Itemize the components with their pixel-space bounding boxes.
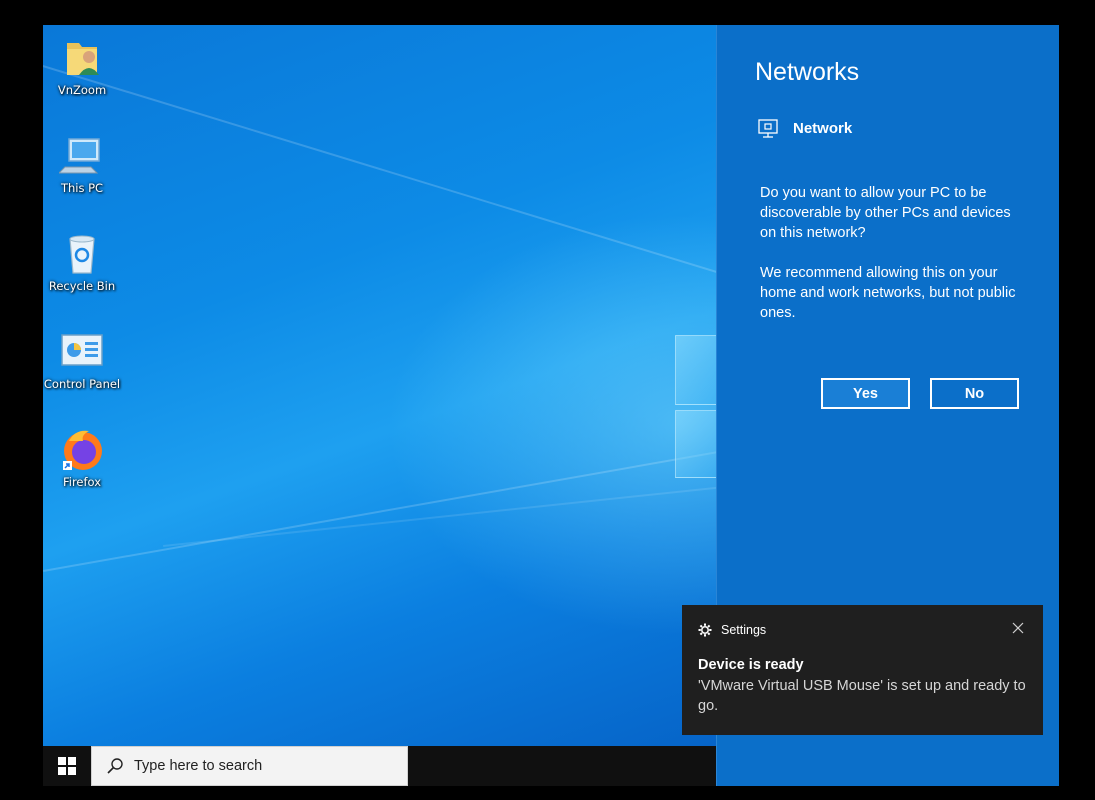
desktop-icon-control-panel[interactable]: Control Panel [43, 329, 121, 391]
toast-body: 'VMware Virtual USB Mouse' is set up and… [698, 678, 1026, 714]
desktop-icon-vnzoom[interactable]: VnZoom [43, 35, 121, 97]
gear-icon [698, 623, 712, 637]
desktop-icon-this-pc[interactable]: This PC [43, 133, 121, 195]
toast-title: Device is ready [698, 657, 804, 673]
network-name: Network [793, 119, 853, 137]
search-icon [107, 758, 123, 774]
recommendation-text: We recommend allowing this on your home … [760, 265, 1016, 321]
desktop-icon-recycle-bin[interactable]: Recycle Bin [43, 231, 121, 293]
user-folder-icon [59, 35, 105, 81]
toast-app-name: Settings [721, 623, 767, 637]
wallpaper-beam [163, 482, 716, 547]
windows-logo-icon [58, 757, 76, 775]
recycle-bin-icon [59, 231, 105, 277]
control-panel-icon [59, 329, 105, 375]
yes-button[interactable]: Yes [821, 378, 910, 409]
close-icon[interactable] [1011, 621, 1025, 635]
computer-icon [57, 133, 105, 179]
no-button[interactable]: No [930, 378, 1019, 409]
desktop-icon-label: VnZoom [57, 83, 107, 97]
network-item[interactable]: Network [757, 118, 852, 138]
wallpaper-logo-pane [675, 410, 716, 478]
ethernet-icon [758, 119, 778, 138]
wallpaper-beam [43, 65, 716, 278]
wallpaper-logo-pane [675, 335, 716, 405]
start-button[interactable] [43, 746, 91, 786]
desktop-icon-firefox[interactable]: Firefox [43, 427, 121, 489]
toast-notification[interactable]: Settings Device is ready 'VMware Virtual… [682, 605, 1043, 735]
desktop-icon-label: This PC [60, 181, 104, 195]
desktop-icon-label: Control Panel [43, 377, 121, 391]
flyout-title: Networks [755, 58, 860, 86]
taskbar: Type here to search [43, 746, 716, 786]
desktop-icon-label: Recycle Bin [48, 279, 116, 293]
desktop[interactable]: VnZoom This PC Recycle Bin Control Panel… [43, 25, 716, 746]
discoverable-prompt: Do you want to allow your PC to be disco… [760, 185, 1011, 241]
desktop-icon-label: Firefox [62, 475, 102, 489]
wallpaper-beam [43, 444, 716, 572]
screen: VnZoom This PC Recycle Bin Control Panel… [43, 25, 1059, 786]
search-placeholder: Type here to search [134, 758, 263, 774]
search-box[interactable]: Type here to search [91, 746, 408, 786]
toast-header: Settings [698, 623, 766, 637]
firefox-icon [59, 427, 105, 473]
